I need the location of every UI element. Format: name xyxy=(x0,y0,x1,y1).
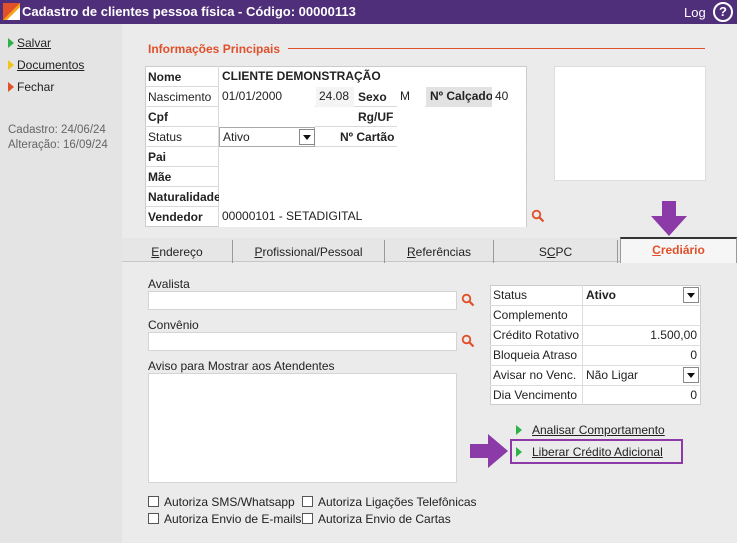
save-button[interactable]: Salvar xyxy=(8,36,51,50)
convenio-label: Convênio xyxy=(148,318,199,332)
documents-label: Documentos xyxy=(17,58,85,72)
bloqueia-label: Bloqueia Atraso xyxy=(493,348,578,362)
analisar-comportamento-link[interactable]: Analisar Comportamento xyxy=(516,423,665,437)
calcado-label: Nº Calçado xyxy=(426,87,493,107)
sexo-label: Sexo xyxy=(358,90,387,104)
cpf-field[interactable] xyxy=(219,107,315,127)
pai-label: Pai xyxy=(148,150,167,164)
sms-checkbox-label: Autoriza SMS/Whatsapp xyxy=(164,495,295,509)
rguf-field[interactable] xyxy=(397,107,526,127)
vendedor-label: Vendedor xyxy=(148,210,203,224)
phone-checkbox-label: Autoriza Ligações Telefônicas xyxy=(318,495,477,509)
email-checkbox[interactable] xyxy=(148,513,159,524)
letter-checkbox[interactable] xyxy=(302,513,313,524)
nascimento-label: Nascimento xyxy=(148,90,212,104)
dia-vencimento-label: Dia Vencimento xyxy=(493,388,578,402)
age-value: 24.08 xyxy=(316,87,354,107)
vendedor-field[interactable]: 00000101 - SETADIGITAL xyxy=(219,207,526,227)
tab-crediario[interactable]: Crediário xyxy=(620,237,737,263)
row-divider xyxy=(490,365,701,366)
credito-label: Crédito Rotativo xyxy=(493,328,580,342)
avisar-label: Avisar no Venc. xyxy=(493,368,577,382)
naturalidade-field[interactable] xyxy=(219,187,526,207)
nascimento-field[interactable]: 01/01/2000 xyxy=(219,87,315,107)
credito-field[interactable]: 1.500,00 xyxy=(650,328,697,342)
letter-checkbox-label: Autoriza Envio de Cartas xyxy=(318,512,451,526)
play-icon xyxy=(516,425,522,435)
cartao-label: Nº Cartão xyxy=(340,130,395,144)
client-photo[interactable] xyxy=(554,66,706,181)
status-value: Ativo xyxy=(223,130,250,144)
window-title: Cadastro de clientes pessoa física - Cód… xyxy=(22,4,356,19)
arrow-down-icon xyxy=(651,201,687,236)
row-divider xyxy=(490,325,701,326)
save-label: Salvar xyxy=(17,36,52,50)
chevron-down-icon[interactable] xyxy=(683,367,699,383)
nome-field[interactable]: CLIENTE DEMONSTRAÇÃO xyxy=(219,67,526,87)
mae-field[interactable] xyxy=(219,167,526,187)
avisar-select[interactable]: Não Ligar xyxy=(586,368,638,382)
mae-label: Mãe xyxy=(148,170,172,184)
pai-field[interactable] xyxy=(219,147,526,167)
search-icon[interactable] xyxy=(461,293,475,307)
row-divider xyxy=(490,385,701,386)
aviso-label: Aviso para Mostrar aos Atendentes xyxy=(148,359,335,373)
help-icon[interactable]: ? xyxy=(713,2,733,22)
title-bar: Cadastro de clientes pessoa física - Cód… xyxy=(0,0,737,24)
sexo-field[interactable]: M xyxy=(397,87,425,107)
tab-scpc[interactable]: SCPC xyxy=(494,240,618,264)
play-icon xyxy=(516,447,522,457)
convenio-input[interactable] xyxy=(148,332,457,351)
arrow-right-icon xyxy=(470,434,508,468)
sms-checkbox[interactable] xyxy=(148,496,159,507)
tab-referencias[interactable]: Referências xyxy=(385,240,494,264)
search-icon[interactable] xyxy=(461,334,475,348)
liberar-credito-link[interactable]: Liberar Crédito Adicional xyxy=(516,445,663,459)
status-label: Status xyxy=(148,130,183,144)
play-icon xyxy=(8,60,14,70)
credit-status-select[interactable]: Ativo xyxy=(586,288,616,302)
bloqueia-field[interactable]: 0 xyxy=(690,348,697,362)
phone-checkbox[interactable] xyxy=(302,496,313,507)
chevron-down-icon[interactable] xyxy=(299,129,315,145)
tab-endereco[interactable]: Endereço xyxy=(122,240,233,264)
nome-label: Nome xyxy=(148,70,182,84)
close-label: Fechar xyxy=(17,80,55,94)
documents-button[interactable]: Documentos xyxy=(8,58,84,72)
cartao-field[interactable] xyxy=(397,127,526,147)
chevron-down-icon[interactable] xyxy=(683,287,699,303)
section-divider xyxy=(288,48,705,49)
search-icon[interactable] xyxy=(531,209,545,223)
app-logo-icon xyxy=(3,3,20,20)
avalista-input[interactable] xyxy=(148,291,457,310)
modified-date: Alteração: 16/09/24 xyxy=(8,139,108,151)
play-icon xyxy=(8,82,14,92)
close-button[interactable]: Fechar xyxy=(8,80,54,94)
section-title: Informações Principais xyxy=(148,42,281,56)
dia-vencimento-field[interactable]: 0 xyxy=(690,388,697,402)
cpf-label: Cpf xyxy=(148,110,168,124)
row-divider xyxy=(490,305,701,306)
play-icon xyxy=(8,38,14,48)
log-link[interactable]: Log xyxy=(684,5,706,20)
created-date: Cadastro: 24/06/24 xyxy=(8,124,106,136)
aviso-textarea[interactable] xyxy=(148,373,457,483)
row-divider xyxy=(490,345,701,346)
naturalidade-label: Naturalidade xyxy=(148,190,221,204)
credit-status-label: Status xyxy=(493,288,528,302)
avalista-label: Avalista xyxy=(148,277,190,291)
tab-profissional[interactable]: Profissional/Pessoal xyxy=(233,240,385,264)
email-checkbox-label: Autoriza Envio de E-mails xyxy=(164,512,302,526)
rguf-label: Rg/UF xyxy=(358,110,394,124)
sidebar xyxy=(0,24,122,543)
calcado-field[interactable]: 40 xyxy=(492,87,526,107)
complemento-label: Complemento xyxy=(493,308,568,322)
